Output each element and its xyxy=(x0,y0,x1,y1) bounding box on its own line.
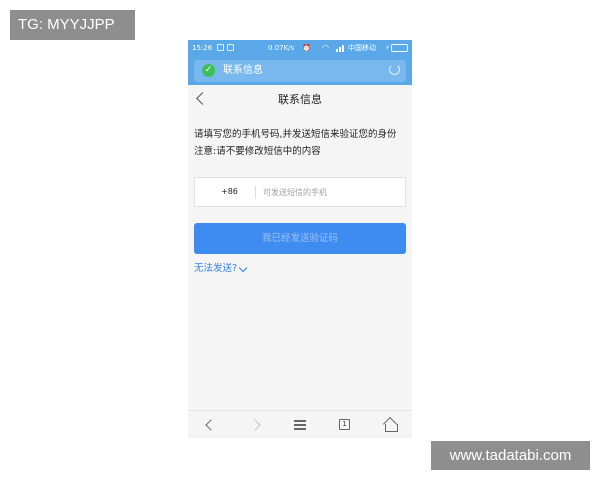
cant-send-label: 无法发送? xyxy=(194,263,238,274)
page-title: 联系信息 xyxy=(278,93,322,106)
menu-icon[interactable] xyxy=(288,411,312,438)
refresh-icon[interactable] xyxy=(389,64,400,75)
alarm-icon: ⏰ xyxy=(302,44,311,52)
phone-input[interactable] xyxy=(263,184,399,200)
tabs-icon[interactable]: 1 xyxy=(332,411,356,438)
signal-icon xyxy=(336,44,346,52)
phone-screen: 15:26 0.07K/s ⏰ ◠ 中国移动 ⚡ ✓ 联系信息 联系信息 请填写… xyxy=(188,40,412,438)
tab-count: 1 xyxy=(339,419,350,430)
cant-send-link[interactable]: 无法发送? xyxy=(194,263,248,275)
status-time: 15:26 xyxy=(192,44,213,52)
notification-icon xyxy=(217,44,224,51)
app-bar-title: 联系信息 xyxy=(223,65,263,76)
back-icon[interactable] xyxy=(198,411,222,438)
phone-field: +86 xyxy=(194,177,406,207)
network-speed: 0.07K/s xyxy=(268,44,295,52)
check-shield-icon: ✓ xyxy=(202,64,215,77)
wifi-icon: ◠ xyxy=(322,43,329,52)
instruction-text: 请填写您的手机号码,并发送短信来验证您的身份 xyxy=(194,129,397,140)
status-bar: 15:26 0.07K/s ⏰ ◠ 中国移动 ⚡ xyxy=(188,40,412,56)
app-bar: ✓ 联系信息 xyxy=(188,56,412,85)
warning-text: 注意:请不要修改短信中的内容 xyxy=(194,146,321,157)
field-divider xyxy=(255,186,256,199)
charging-icon: ⚡ xyxy=(385,44,390,52)
page-header: 联系信息 xyxy=(188,85,412,115)
country-code[interactable]: +86 xyxy=(221,186,238,198)
notification-icon xyxy=(227,44,234,51)
carrier-name: 中国移动 xyxy=(348,44,376,52)
forward-icon[interactable] xyxy=(245,411,269,438)
watermark-bottom-right: www.tadatabi.com xyxy=(431,441,590,470)
battery-icon xyxy=(391,44,408,52)
sent-code-button[interactable]: 我已经发送验证码 xyxy=(194,223,406,254)
browser-toolbar: 1 xyxy=(188,410,412,438)
home-icon[interactable] xyxy=(378,411,402,438)
chevron-down-icon xyxy=(238,263,248,272)
watermark-top-left: TG: MYYJJPP xyxy=(10,10,135,40)
